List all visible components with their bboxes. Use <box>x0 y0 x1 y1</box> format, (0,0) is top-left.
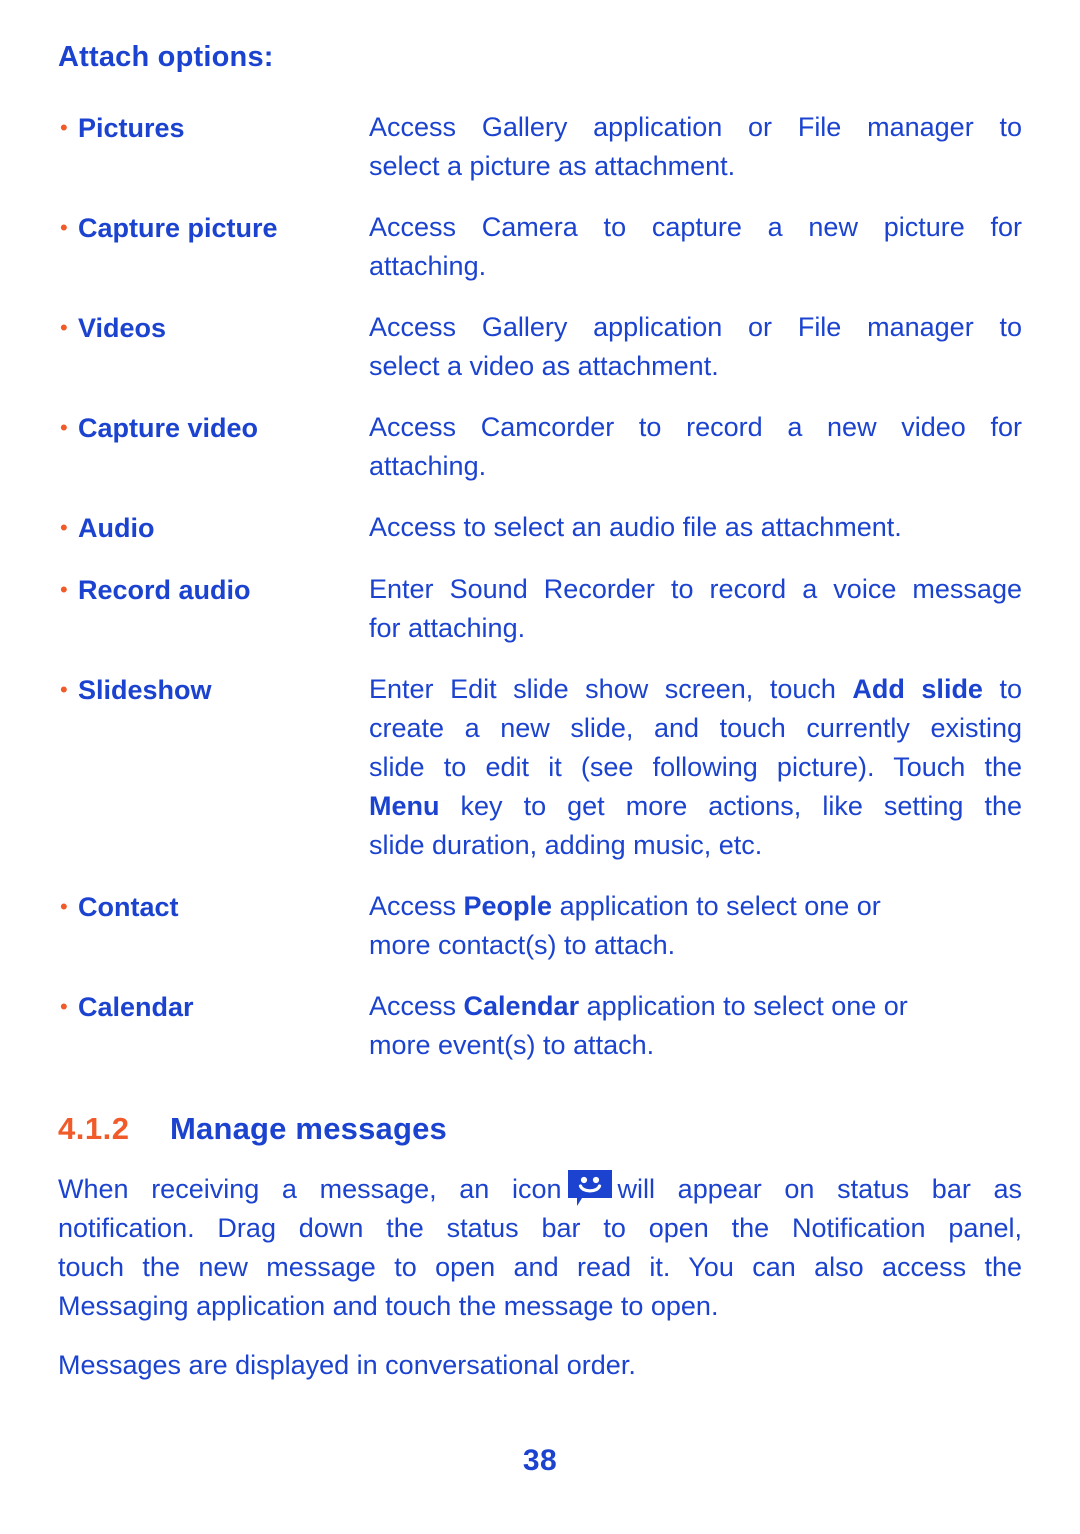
desc-line: create a new slide, and touch currently … <box>369 712 1022 743</box>
option-row-record-audio: • Record audio Enter Sound Recorder to r… <box>58 570 1022 648</box>
option-term-audio: Audio <box>78 512 155 543</box>
option-term-contact: Contact <box>78 891 179 922</box>
attach-options-heading: Attach options: <box>58 41 274 73</box>
desc-line: slide duration, adding music, etc. <box>369 829 763 860</box>
option-row-pictures: • Pictures Access Gallery application or… <box>58 108 1022 186</box>
desc-line: slide to edit it (see following picture)… <box>369 751 1022 782</box>
option-term-calendar: Calendar <box>78 991 194 1022</box>
desc-line: more event(s) to attach. <box>369 1029 655 1060</box>
desc-line: Access Calendar application to select on… <box>369 990 908 1021</box>
desc-line: Access Gallery application or File manag… <box>369 111 1022 142</box>
desc-line: Access Gallery application or File manag… <box>369 311 1022 342</box>
desc-line: Access People application to select one … <box>369 890 881 921</box>
option-row-videos: • Videos Access Gallery application or F… <box>58 308 1022 386</box>
bullet-icon: • <box>60 514 68 540</box>
document-page: Attach options: • Pictures Access Galler… <box>0 0 1080 1534</box>
bullet-icon: • <box>60 214 68 240</box>
paragraph-line: Messaging application and touch the mess… <box>58 1290 719 1321</box>
desc-line: more contact(s) to attach. <box>369 929 676 960</box>
paragraph-line: touch the new message to open and read i… <box>58 1251 1022 1282</box>
desc-line: attaching. <box>369 450 487 481</box>
desc-line: select a picture as attachment. <box>369 150 736 181</box>
desc-line: for attaching. <box>369 612 526 643</box>
message-smiley-icon <box>566 1169 614 1207</box>
option-row-audio: • Audio Access to select an audio file a… <box>58 508 1022 548</box>
section-title: Manage messages <box>170 1110 447 1146</box>
option-term-slideshow: Slideshow <box>78 674 212 705</box>
option-term-record-audio: Record audio <box>78 574 251 605</box>
desc-line: select a video as attachment. <box>369 350 719 381</box>
option-row-capture-picture: • Capture picture Access Camera to captu… <box>58 208 1022 286</box>
desc-line: Menu key to get more actions, like setti… <box>369 790 1022 821</box>
desc-line: Enter Edit slide show screen, touch Add … <box>369 673 1023 704</box>
section-heading: 4.1.2 Manage messages <box>58 1111 1022 1147</box>
paragraph-line-with-icon: When receiving a message, an icon will a… <box>58 1169 1022 1209</box>
bullet-icon: • <box>60 993 68 1019</box>
option-term-capture-picture: Capture picture <box>78 212 278 243</box>
page-number: 38 <box>522 1444 558 1477</box>
body-paragraph-2: Messages are displayed in conversational… <box>58 1349 636 1380</box>
option-row-capture-video: • Capture video Access Camcorder to reco… <box>58 408 1022 486</box>
desc-line: Enter Sound Recorder to record a voice m… <box>369 573 1022 604</box>
option-term-pictures: Pictures <box>78 112 185 143</box>
bullet-icon: • <box>60 676 68 702</box>
desc-line: Access to select an audio file as attach… <box>369 511 902 542</box>
section-number: 4.1.2 <box>58 1110 130 1146</box>
option-desc-capture-picture: Access Camera to capture a new picture f… <box>369 208 1022 286</box>
paragraph-line: notification. Drag down the status bar t… <box>58 1212 1022 1243</box>
option-row-contact: • Contact Access People application to s… <box>58 887 1022 965</box>
bullet-icon: • <box>60 114 68 140</box>
option-term-capture-video: Capture video <box>78 412 259 443</box>
paragraph-text-before-icon: When receiving a message, an icon <box>58 1173 562 1204</box>
option-desc-audio: Access to select an audio file as attach… <box>369 508 1022 547</box>
option-desc-capture-video: Access Camcorder to record a new video f… <box>369 408 1022 486</box>
option-desc-slideshow: Enter Edit slide show screen, touch Add … <box>369 670 1022 865</box>
option-desc-contact: Access People application to select one … <box>369 887 1022 965</box>
page-content: Attach options: • Pictures Access Galler… <box>58 41 1022 1405</box>
desc-line: attaching. <box>369 250 487 281</box>
paragraph-text-after-icon: will appear on status bar as <box>617 1173 1023 1204</box>
bullet-icon: • <box>60 314 68 340</box>
option-desc-pictures: Access Gallery application or File manag… <box>369 108 1022 186</box>
desc-line: Access Camera to capture a new picture f… <box>369 211 1022 242</box>
option-term-videos: Videos <box>78 312 167 343</box>
bullet-icon: • <box>60 893 68 919</box>
option-desc-calendar: Access Calendar application to select on… <box>369 987 1022 1065</box>
option-desc-videos: Access Gallery application or File manag… <box>369 308 1022 386</box>
desc-line: Access Camcorder to record a new video f… <box>369 411 1022 442</box>
option-row-slideshow: • Slideshow Enter Edit slide show screen… <box>58 670 1022 865</box>
option-desc-record-audio: Enter Sound Recorder to record a voice m… <box>369 570 1022 648</box>
bullet-icon: • <box>60 576 68 602</box>
option-row-calendar: • Calendar Access Calendar application t… <box>58 987 1022 1065</box>
bullet-icon: • <box>60 414 68 440</box>
body-paragraph-1: When receiving a message, an icon will a… <box>58 1169 1022 1326</box>
